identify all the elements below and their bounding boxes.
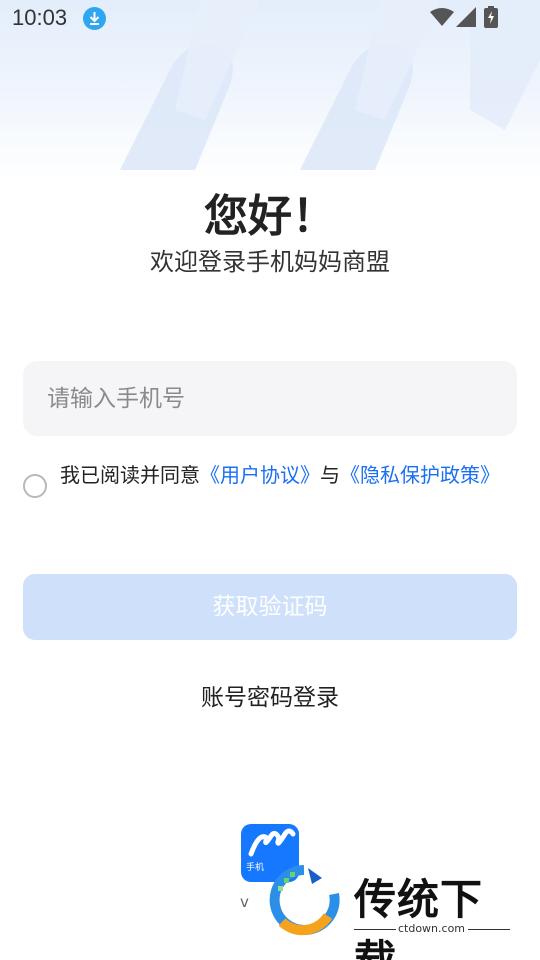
page-title: 您好！	[204, 191, 336, 242]
privacy-policy-link[interactable]: 《隐私保护政策》	[340, 463, 500, 487]
watermark-logo-icon	[269, 865, 340, 936]
welcome-subtitle: 欢迎登录手机妈妈商盟	[150, 248, 390, 276]
wifi-icon	[430, 7, 454, 31]
user-agreement-link[interactable]: 《用户协议》	[200, 463, 320, 487]
password-login-link[interactable]: 账号密码登录	[0, 678, 540, 712]
get-verification-code-button[interactable]: 获取验证码	[23, 574, 517, 640]
status-time: 10:03	[12, 5, 68, 30]
status-bar: 10:03	[0, 0, 540, 38]
watermark-title: 传统下载	[354, 875, 484, 960]
agreement-checkbox[interactable]	[23, 474, 47, 498]
watermark: 传统下载 ctdown.com	[262, 858, 522, 960]
download-notification-icon	[83, 7, 106, 30]
watermark-divider-right	[468, 929, 510, 930]
agreement-connector: 与	[320, 463, 340, 487]
phone-number-input[interactable]	[23, 361, 517, 436]
battery-icon	[484, 6, 498, 32]
signal-icon	[456, 7, 476, 31]
agreement-prefix: 我已阅读并同意	[60, 463, 200, 487]
version-text: v	[240, 893, 249, 911]
agreement-text: 我已阅读并同意《用户协议》与《隐私保护政策》	[60, 462, 510, 488]
app-logo-mark-icon	[248, 828, 296, 857]
